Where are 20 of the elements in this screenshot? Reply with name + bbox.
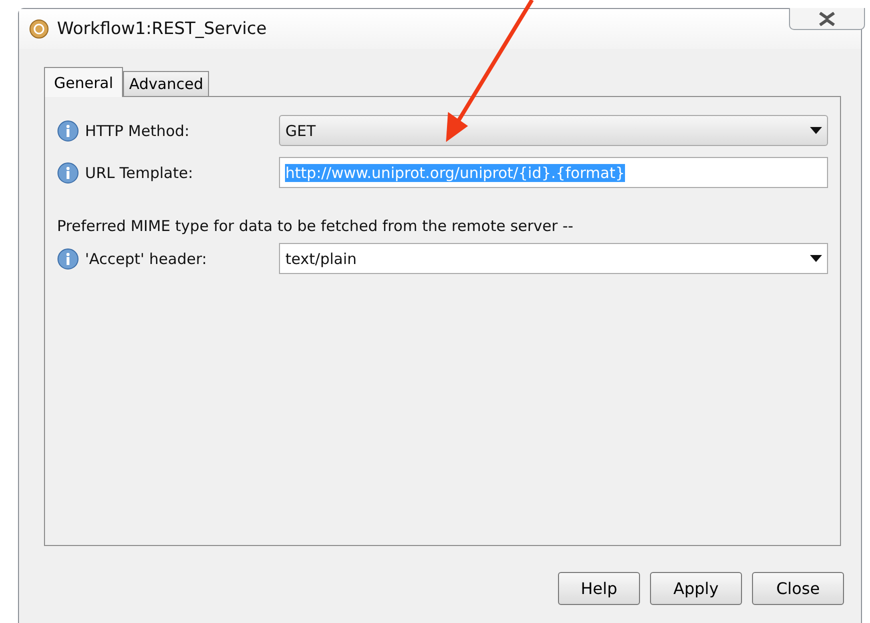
window-title: Workflow1:REST_Service	[57, 19, 268, 39]
dialog-button[interactable]: Help	[558, 572, 640, 605]
tab[interactable]: General	[44, 67, 124, 97]
close-icon	[818, 12, 836, 26]
caret-icon	[810, 255, 822, 262]
accept-combo-box[interactable]: text/plain	[279, 243, 828, 274]
method-dropdown[interactable]: GET	[279, 115, 828, 146]
info-icon	[57, 162, 79, 184]
info-icon	[57, 120, 79, 142]
dialog-button[interactable]: Apply	[650, 572, 742, 605]
caret-icon	[810, 127, 822, 134]
info-icon	[57, 248, 79, 270]
close-button[interactable]	[789, 8, 865, 30]
field-label: 'Accept' header:	[85, 250, 207, 268]
description-text: Preferred MIME type for data to be fetched from the remote server --	[57, 217, 574, 235]
field-label: URL Template:	[85, 164, 194, 182]
tab[interactable]: Advanced	[123, 71, 210, 96]
dialog-button[interactable]: Close	[752, 572, 844, 605]
field-label: HTTP Method:	[85, 122, 190, 140]
app-icon	[29, 19, 49, 39]
